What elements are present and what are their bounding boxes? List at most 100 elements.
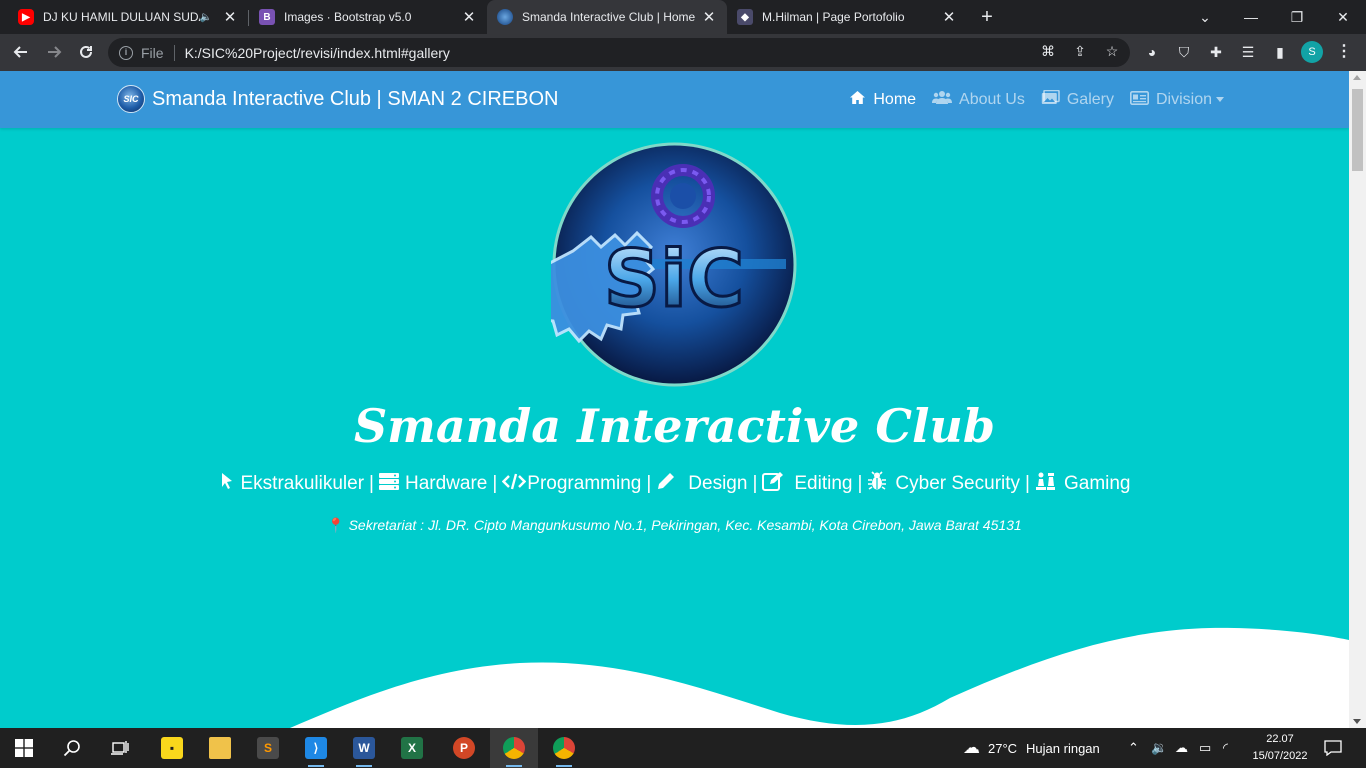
show-hidden-icons-button[interactable]: ⌃ [1128, 728, 1139, 768]
tab-title: Smanda Interactive Club | Home [522, 10, 695, 24]
minimize-button[interactable]: — [1228, 0, 1274, 34]
tab-title: Images · Bootstrap v5.0 [284, 10, 412, 24]
search-button[interactable] [48, 728, 96, 768]
close-tab-icon[interactable]: ✕ [461, 8, 477, 26]
tab-portfolio[interactable]: ◆ M.Hilman | Page Portofolio ✕ [727, 0, 967, 34]
division-label: Ekstrakulikuler [240, 472, 365, 494]
back-button[interactable] [9, 40, 33, 64]
site-info-icon[interactable]: i [119, 45, 133, 60]
chevron-down-icon [1216, 97, 1224, 102]
division-label: Programming [527, 472, 642, 494]
extension-globe-icon[interactable]: ◕ [1143, 43, 1161, 61]
tab-title: M.Hilman | Page Portofolio [762, 10, 905, 24]
reload-icon [80, 45, 92, 58]
start-button[interactable] [0, 728, 48, 768]
close-tab-icon[interactable]: ✕ [222, 8, 238, 26]
taskbar-excel[interactable]: X [388, 728, 436, 768]
taskbar-vscode[interactable]: ⟩ [292, 728, 340, 768]
nav-division-dropdown[interactable]: Division [1129, 90, 1224, 109]
chrome-icon [553, 737, 575, 759]
weather-widget[interactable]: ☁ 27°C Hujan ringan [963, 728, 1100, 768]
weather-desc: Hujan ringan [1026, 740, 1100, 756]
close-window-button[interactable]: ✕ [1320, 0, 1366, 34]
division-label: Editing [794, 472, 853, 494]
extensions-puzzle-icon[interactable]: ✚ [1207, 43, 1225, 61]
nav-home-label: Home [873, 90, 917, 108]
nav-home[interactable]: Home [849, 90, 916, 109]
pencil-icon [656, 471, 676, 496]
division-editing: Editing [762, 471, 852, 496]
chrome-menu-icon[interactable]: ⋮ [1336, 43, 1352, 61]
division-label: Cyber Security [895, 472, 1021, 494]
page-viewport: SIC Smanda Interactive Club | SMAN 2 CIR… [0, 71, 1366, 728]
bootstrap-icon: B [259, 9, 275, 25]
reload-button[interactable] [74, 40, 98, 64]
nav-galery[interactable]: Galery [1041, 89, 1114, 109]
brand-link[interactable]: SIC Smanda Interactive Club | SMAN 2 CIR… [117, 85, 558, 113]
division-programming: Programming [502, 473, 641, 495]
forward-button[interactable] [42, 40, 66, 64]
divider-bar: | [492, 472, 498, 494]
volume-button[interactable]: 🔉 [1151, 728, 1167, 768]
tab-bootstrap[interactable]: B Images · Bootstrap v5.0 ✕ [249, 0, 487, 34]
division-gaming: Gaming [1035, 471, 1131, 496]
id-card-icon [1129, 90, 1149, 109]
battery-icon: ▭ [1199, 740, 1212, 755]
side-panel-icon[interactable]: ▮ [1271, 43, 1289, 61]
svg-text:SiC: SiC [604, 235, 744, 325]
taskbar-clock[interactable]: 22.07 15/07/2022 [1250, 731, 1310, 765]
task-view-button[interactable] [96, 728, 144, 768]
audio-playing-icon[interactable]: 🔈 [200, 12, 212, 23]
back-arrow-icon [13, 46, 27, 58]
taskbar-powerpoint[interactable]: P [440, 728, 488, 768]
division-label: Gaming [1063, 472, 1131, 494]
tab-youtube[interactable]: ▶ DJ KU HAMIL DULUAN SUDA 🔈 ✕ [8, 0, 248, 34]
divider-bar: | [646, 472, 652, 494]
server-icon [378, 472, 399, 495]
taskbar-file-explorer[interactable] [196, 728, 244, 768]
address-bar[interactable]: i File K:/SIC%20Project/revisi/index.htm… [108, 38, 1130, 67]
bookmark-star-icon[interactable]: ☆ [1103, 42, 1121, 60]
windows-logo-icon [15, 739, 33, 757]
task-view-icon [111, 741, 129, 755]
network-button[interactable]: ◜ [1223, 728, 1228, 768]
scroll-down-arrow-icon[interactable] [1353, 719, 1361, 724]
chess-icon [1035, 471, 1055, 496]
translate-icon[interactable]: ⌘ [1039, 42, 1057, 60]
profile-avatar[interactable]: S [1301, 41, 1323, 63]
nav-links: Home About Us Galery Division [833, 89, 1224, 109]
restore-button[interactable]: ❐ [1274, 0, 1320, 34]
close-tab-icon[interactable]: ✕ [941, 8, 957, 26]
tab-search-chevron-icon[interactable]: ⌄ [1182, 0, 1228, 34]
clock-time: 22.07 [1266, 733, 1294, 745]
tab-smanda-active[interactable]: Smanda Interactive Club | Home ✕ [487, 0, 727, 34]
chrome-icon [503, 737, 525, 759]
onedrive-button[interactable]: ☁ [1175, 728, 1188, 768]
url-text[interactable]: K:/SIC%20Project/revisi/index.html#galle… [185, 45, 450, 61]
edit-icon [762, 471, 784, 496]
page-scrollbar[interactable] [1349, 71, 1366, 728]
share-icon[interactable]: ⇪ [1071, 42, 1089, 60]
portfolio-icon: ◆ [737, 9, 753, 25]
address-divider [173, 44, 175, 61]
close-tab-icon[interactable]: ✕ [701, 8, 717, 26]
extension-shield-icon[interactable]: ⛉ [1175, 43, 1193, 61]
nav-about-us[interactable]: About Us [932, 90, 1025, 109]
scrollbar-thumb[interactable] [1352, 89, 1363, 171]
divider-bar: | [857, 472, 863, 494]
bug-icon [867, 471, 887, 496]
notifications-button[interactable] [1324, 728, 1342, 768]
map-pin-icon: 📍 [327, 517, 345, 533]
taskbar-sticky-notes[interactable]: ▪ [148, 728, 196, 768]
chevron-up-icon: ⌃ [1128, 740, 1139, 755]
taskbar-chrome-profile-s[interactable] [490, 728, 538, 768]
scroll-up-arrow-icon[interactable] [1353, 75, 1361, 80]
search-icon [63, 740, 80, 757]
new-tab-button[interactable]: + [977, 6, 997, 28]
taskbar-word[interactable]: W [340, 728, 388, 768]
taskbar-sublime-text[interactable]: S [244, 728, 292, 768]
division-hardware: Hardware [378, 472, 487, 495]
media-queue-icon[interactable]: ☰ [1239, 43, 1257, 61]
taskbar-chrome-profile-2[interactable] [540, 728, 588, 768]
battery-button[interactable]: ▭ [1199, 728, 1211, 768]
